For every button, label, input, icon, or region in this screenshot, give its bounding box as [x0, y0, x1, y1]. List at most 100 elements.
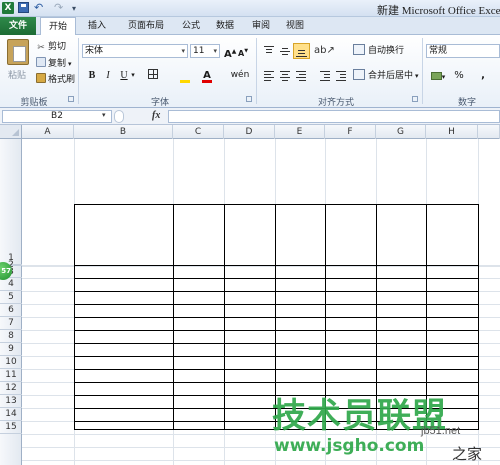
formula-input[interactable]	[168, 110, 500, 123]
cut-button[interactable]: ✂ 剪切	[36, 41, 66, 53]
ribbon: 粘贴 ✂ 剪切 复制 ▾ 格式刷 剪贴板 宋体 ▾ 11 ▾ A▲ A▼ B I U…	[0, 35, 500, 108]
align-left-icon[interactable]	[262, 69, 276, 83]
tab-review[interactable]: 审阅	[246, 17, 276, 35]
group-divider	[422, 38, 423, 104]
underline-dropdown-icon[interactable]: ▾	[130, 68, 136, 83]
tab-formulas[interactable]: 公式	[176, 17, 206, 35]
row-header-12[interactable]: 12	[0, 382, 22, 395]
decrease-indent-icon[interactable]	[318, 69, 332, 83]
chevron-down-icon: ▾	[181, 47, 185, 55]
row-header-6[interactable]: 6	[0, 304, 22, 317]
row-header-11[interactable]: 11	[0, 369, 22, 382]
select-all-corner[interactable]	[0, 125, 22, 139]
wrap-text-label: 自动换行	[368, 46, 405, 56]
row-header-13[interactable]: 13	[0, 395, 22, 408]
row-header-8[interactable]: 8	[0, 330, 22, 343]
copy-label: 复制	[48, 59, 67, 69]
column-header-e[interactable]: E	[275, 125, 325, 139]
merge-center-button[interactable]: 合并后居中 ▾	[353, 69, 419, 81]
tab-view[interactable]: 视图	[280, 17, 310, 35]
row-header-14[interactable]: 14	[0, 408, 22, 421]
column-header-g[interactable]: G	[376, 125, 426, 139]
font-name-select[interactable]: 宋体 ▾	[82, 44, 188, 58]
excel-app-icon[interactable]: X	[2, 2, 14, 14]
copy-button[interactable]: 复制 ▾	[36, 57, 72, 69]
formula-bar-splitter[interactable]	[114, 110, 124, 123]
table-border-horizontal	[74, 330, 479, 331]
copy-dropdown-icon[interactable]: ▾	[68, 60, 72, 68]
number-format-select[interactable]: 常规	[426, 44, 500, 58]
gridline-horizontal	[22, 460, 500, 461]
align-right-icon[interactable]	[294, 69, 308, 83]
row-header-5[interactable]: 5	[0, 291, 22, 304]
table-border-horizontal	[74, 204, 479, 205]
row-header-9[interactable]: 9	[0, 343, 22, 356]
insert-function-icon[interactable]: fx	[152, 110, 160, 121]
align-top-icon[interactable]	[262, 44, 276, 58]
clipboard-launcher-icon[interactable]	[68, 96, 74, 102]
customize-quick-access-icon[interactable]: ▾	[72, 2, 82, 15]
column-header-a[interactable]: A	[22, 125, 74, 139]
column-header-h[interactable]: H	[426, 125, 478, 139]
fill-color-icon	[180, 80, 190, 83]
table-border-horizontal	[74, 369, 479, 370]
cut-label: 剪切	[48, 42, 67, 52]
row-header-10[interactable]: 10	[0, 356, 22, 369]
borders-button[interactable]	[146, 68, 160, 83]
underline-button[interactable]: U	[118, 68, 130, 83]
tab-insert[interactable]: 插入	[82, 17, 112, 35]
font-size-select[interactable]: 11 ▾	[190, 44, 220, 58]
table-border-horizontal	[74, 343, 479, 344]
tab-data[interactable]: 数据	[210, 17, 240, 35]
tab-file[interactable]: 文件	[0, 17, 36, 35]
align-center-icon[interactable]	[278, 69, 292, 83]
accounting-format-button[interactable]: ▾	[429, 69, 447, 84]
row-header-7[interactable]: 7	[0, 317, 22, 330]
undo-icon[interactable]: ↶	[34, 2, 48, 15]
phonetic-guide-button[interactable]: wén	[230, 68, 250, 83]
name-box[interactable]: B2	[2, 110, 112, 123]
fill-color-button[interactable]	[178, 68, 192, 83]
merge-center-label: 合并后居中	[368, 71, 414, 81]
wrap-text-button[interactable]: 自动换行	[353, 44, 404, 56]
italic-button[interactable]: I	[102, 68, 114, 83]
paste-icon[interactable]	[7, 39, 29, 65]
chevron-down-icon[interactable]: ▾	[102, 111, 106, 119]
shrink-font-button[interactable]: A▼	[238, 44, 248, 59]
column-header-c[interactable]: C	[173, 125, 224, 139]
wrap-text-icon	[353, 44, 365, 55]
group-divider	[256, 38, 257, 104]
redo-icon[interactable]: ↷	[54, 2, 68, 15]
column-header-overflow[interactable]	[478, 125, 500, 139]
borders-icon	[148, 69, 158, 79]
title-bar: X ↶ ↷ ▾ 新建 Microsoft Office Excel 2	[0, 0, 500, 17]
merge-dropdown-icon[interactable]: ▾	[415, 72, 419, 80]
column-header-b[interactable]: B	[74, 125, 173, 139]
comma-style-button[interactable]: ,	[476, 68, 490, 83]
tab-home[interactable]: 开始	[40, 17, 76, 36]
column-header-d[interactable]: D	[224, 125, 275, 139]
alignment-launcher-icon[interactable]	[412, 96, 418, 102]
paste-button-label[interactable]: 粘贴	[8, 68, 26, 81]
save-icon[interactable]	[18, 2, 29, 13]
increase-indent-icon[interactable]	[334, 69, 348, 83]
row-header-15[interactable]: 15	[0, 421, 22, 434]
gridline-horizontal	[22, 266, 500, 267]
font-launcher-icon[interactable]	[246, 96, 252, 102]
align-middle-icon[interactable]	[278, 44, 292, 58]
grow-font-button[interactable]: A▲	[224, 44, 236, 60]
font-group-label: 字体	[150, 98, 169, 108]
orientation-icon[interactable]: ab↗	[314, 44, 335, 58]
tab-page-layout[interactable]: 页面布局	[118, 17, 174, 35]
format-painter-button[interactable]: 格式刷	[36, 73, 75, 85]
format-painter-label: 格式刷	[48, 75, 76, 85]
font-color-button[interactable]: A	[200, 68, 214, 83]
group-divider	[78, 38, 79, 104]
column-header-f[interactable]: F	[325, 125, 376, 139]
row-header-1[interactable]: 1	[0, 139, 22, 265]
font-size-value: 11	[193, 46, 205, 56]
align-bottom-icon[interactable]	[293, 43, 310, 59]
table-border-horizontal	[74, 265, 479, 266]
percent-style-button[interactable]: %	[454, 68, 464, 83]
bold-button[interactable]: B	[86, 68, 98, 83]
